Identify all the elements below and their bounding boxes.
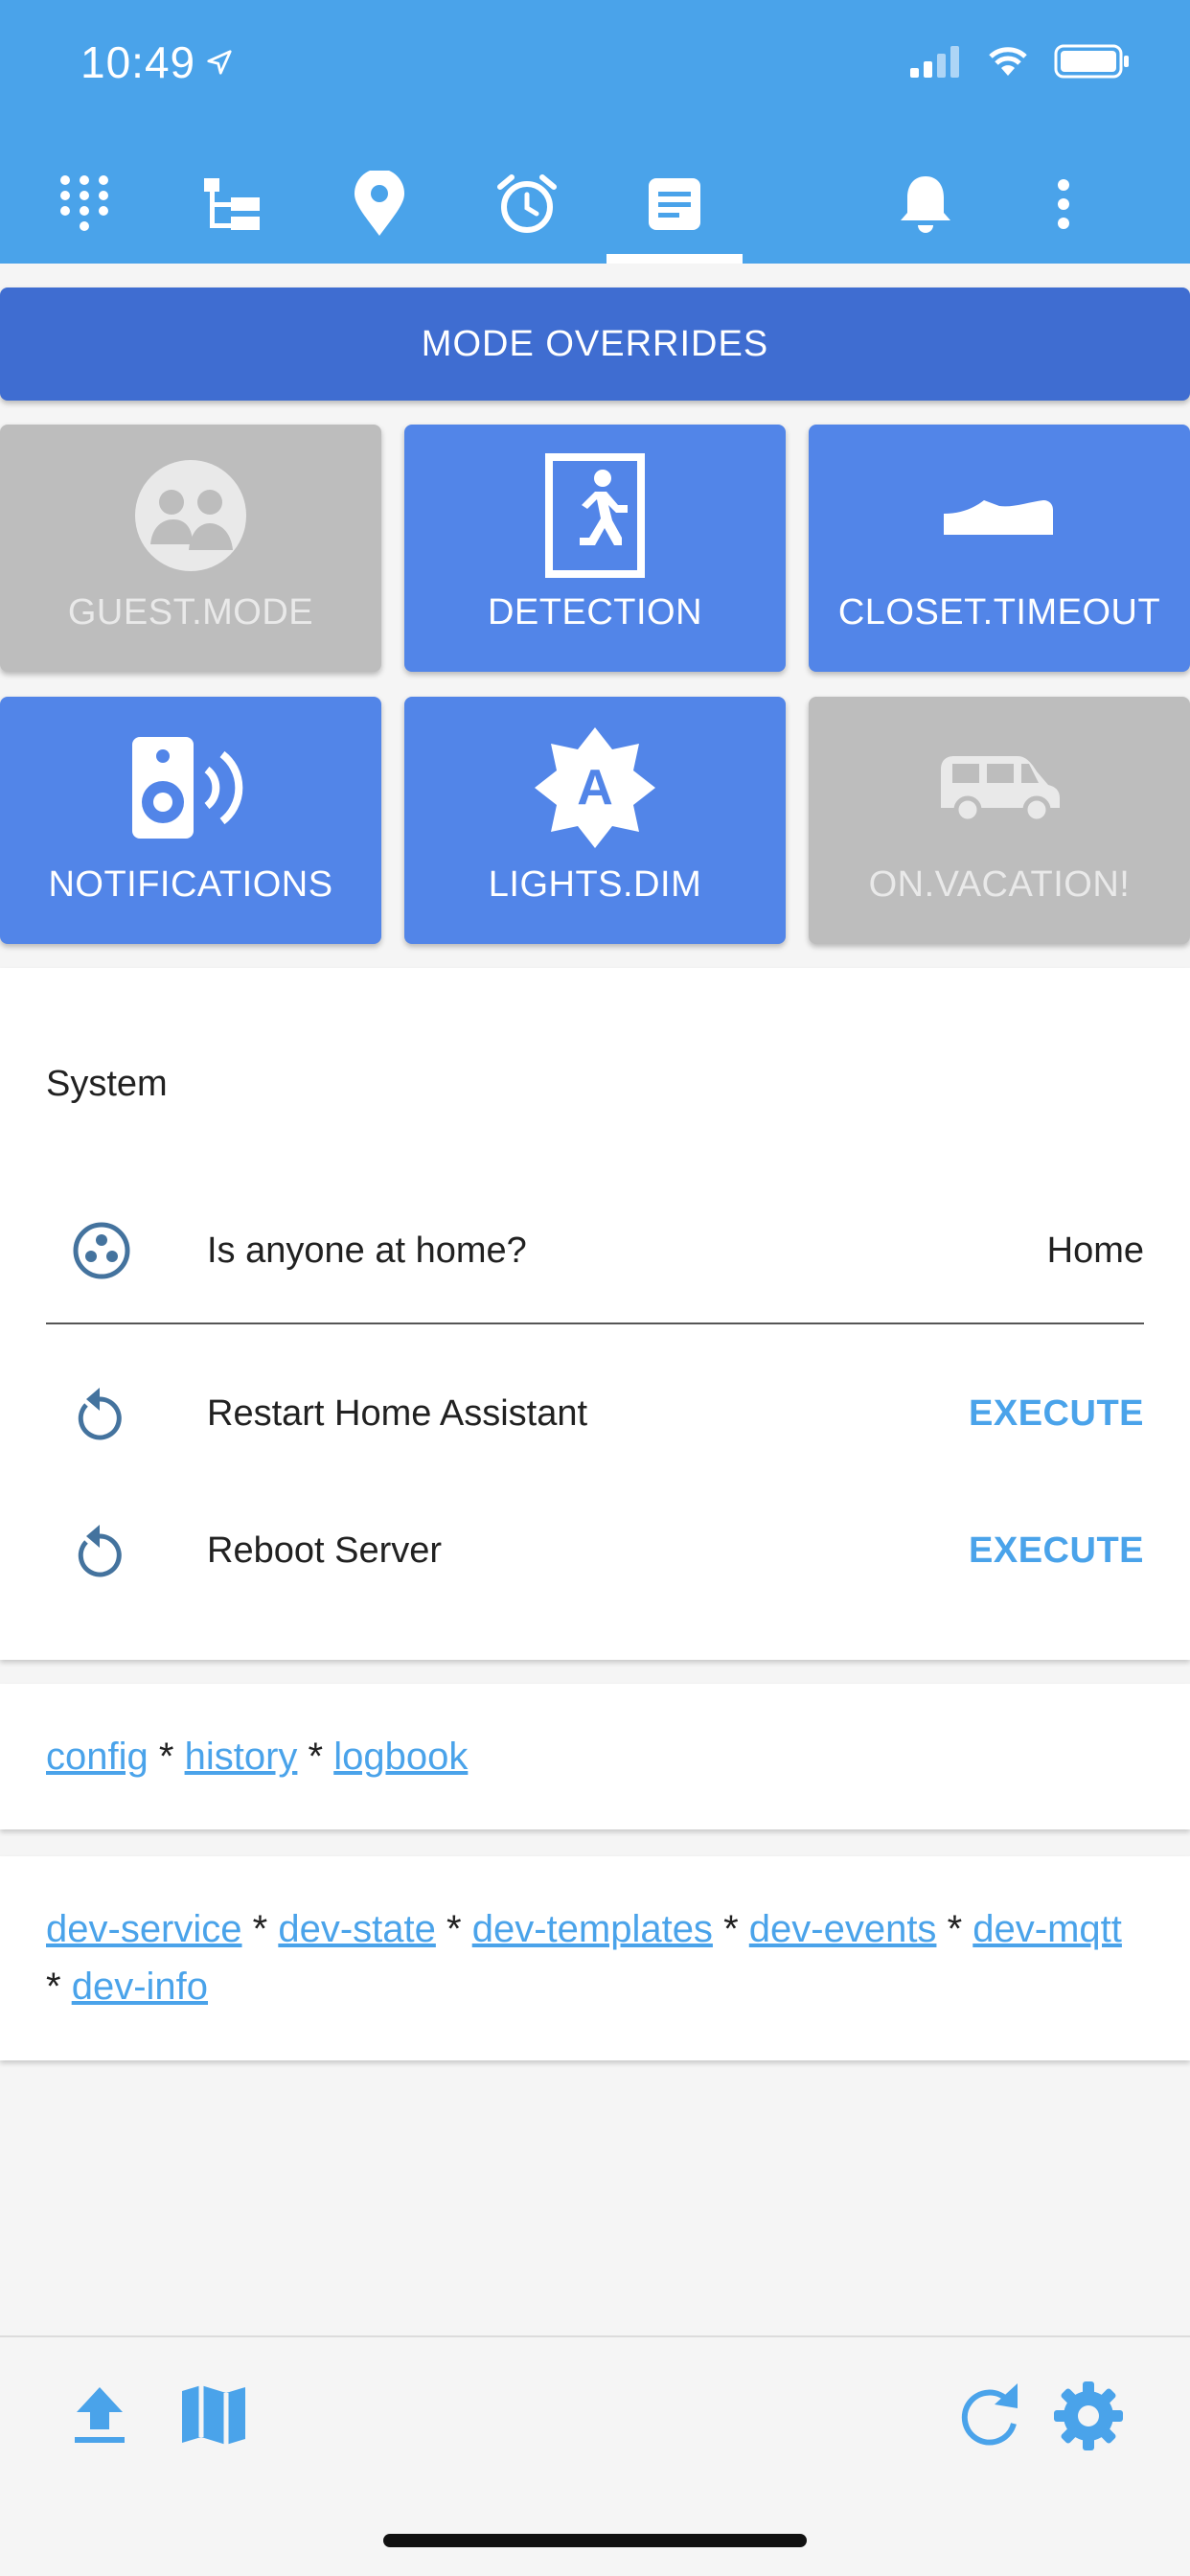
links-line: dev-service * dev-state * dev-templates … — [46, 1900, 1123, 2015]
clock-text: 10:49 — [80, 37, 196, 87]
row-value: Home — [1046, 1230, 1144, 1271]
shoe-icon — [944, 500, 1053, 535]
presence-row[interactable]: Is anyone at home? Home — [46, 1208, 1144, 1294]
tile-label: DETECTION — [487, 592, 703, 632]
tab-map[interactable] — [312, 144, 446, 264]
link-history[interactable]: history — [185, 1736, 298, 1778]
separator: * — [46, 1966, 61, 2008]
speaker-icon — [132, 737, 243, 839]
separator: * — [947, 1908, 963, 1950]
tab-bar — [0, 144, 1190, 264]
restart-home-assistant-row: Restart Home Assistant EXECUTE — [46, 1370, 1144, 1457]
link-dev-service[interactable]: dev-service — [46, 1908, 242, 1950]
bell-icon — [901, 175, 950, 233]
app-header: 10:49 — [0, 0, 1190, 264]
upload-icon[interactable] — [71, 2383, 128, 2447]
tile-notifications[interactable]: NOTIFICATIONS — [0, 697, 381, 944]
map-icon[interactable] — [180, 2381, 247, 2449]
tile-closet-timeout[interactable]: CLOSET.TIMEOUT — [809, 425, 1190, 672]
tile-detection[interactable]: DETECTION — [404, 425, 786, 672]
battery-icon — [1054, 44, 1129, 79]
row-label: Reboot Server — [207, 1530, 443, 1571]
links-line: config * history * logbook — [46, 1728, 1123, 1785]
map-pin-icon — [355, 170, 404, 236]
dialpad-icon — [60, 174, 108, 231]
tab-logbook[interactable] — [607, 144, 742, 264]
location-arrow-icon — [207, 50, 232, 75]
separator: * — [308, 1736, 324, 1778]
link-logbook[interactable]: logbook — [333, 1736, 468, 1778]
link-dev-mqtt[interactable]: dev-mqtt — [973, 1908, 1122, 1950]
separator: * — [446, 1908, 462, 1950]
system-card: System Is anyone at home? Home Restart H… — [0, 968, 1190, 1660]
svg-text:A: A — [577, 760, 613, 816]
refresh-icon[interactable] — [958, 2380, 1021, 2449]
link-dev-templates[interactable]: dev-templates — [472, 1908, 713, 1950]
restart-icon — [78, 1525, 122, 1577]
link-dev-events[interactable]: dev-events — [749, 1908, 937, 1950]
link-dev-info[interactable]: dev-info — [72, 1966, 208, 2008]
execute-button[interactable]: EXECUTE — [969, 1530, 1144, 1572]
group-icon — [73, 1222, 130, 1279]
row-label: Is anyone at home? — [207, 1230, 527, 1271]
status-indicators — [910, 44, 1131, 79]
alarm-clock-icon — [497, 173, 557, 233]
home-indicator — [383, 2534, 807, 2547]
hierarchy-icon — [204, 177, 260, 230]
more-vertical-icon — [1058, 178, 1069, 229]
row-label: Restart Home Assistant — [207, 1392, 588, 1434]
tab-alarm[interactable] — [460, 144, 594, 264]
document-icon — [649, 177, 700, 230]
tile-lights-dim[interactable]: A LIGHTS.DIM — [404, 697, 786, 944]
tile-guest-mode[interactable]: GUEST.MODE — [0, 425, 381, 672]
wifi-icon — [989, 47, 1027, 76]
auto-brightness-icon: A — [535, 727, 655, 848]
links-card-dev: dev-service * dev-state * dev-templates … — [0, 1856, 1190, 2060]
tab-hierarchy[interactable] — [165, 144, 299, 264]
tile-on-vacation[interactable]: ON.VACATION! — [809, 697, 1190, 944]
row-divider — [46, 1322, 1144, 1324]
restart-icon — [78, 1388, 122, 1440]
guests-icon — [135, 460, 246, 571]
mode-overrides-header: MODE OVERRIDES — [0, 288, 1190, 401]
link-dev-state[interactable]: dev-state — [278, 1908, 436, 1950]
tile-label: LIGHTS.DIM — [488, 864, 702, 905]
separator: * — [158, 1736, 174, 1778]
execute-button[interactable]: EXECUTE — [969, 1393, 1144, 1435]
reboot-server-row: Reboot Server EXECUTE — [46, 1507, 1144, 1594]
tile-label: ON.VACATION! — [868, 864, 1131, 905]
settings-icon[interactable] — [1052, 2380, 1125, 2452]
card-title: System — [46, 1064, 168, 1104]
links-card-main: config * history * logbook — [0, 1684, 1190, 1829]
tile-label: GUEST.MODE — [67, 592, 314, 632]
separator: * — [723, 1908, 739, 1950]
active-tab-indicator — [606, 254, 743, 264]
status-time: 10:49 — [80, 36, 234, 88]
tab-dialpad[interactable] — [17, 144, 151, 264]
tile-label: NOTIFICATIONS — [48, 864, 333, 905]
notifications-button[interactable] — [858, 144, 993, 264]
tile-label: CLOSET.TIMEOUT — [837, 592, 1161, 632]
more-menu-button[interactable] — [996, 144, 1131, 264]
separator: * — [252, 1908, 268, 1950]
link-config[interactable]: config — [46, 1736, 149, 1778]
van-icon — [941, 756, 1060, 823]
cellular-signal-icon — [910, 46, 959, 78]
exit-run-icon — [545, 453, 645, 578]
